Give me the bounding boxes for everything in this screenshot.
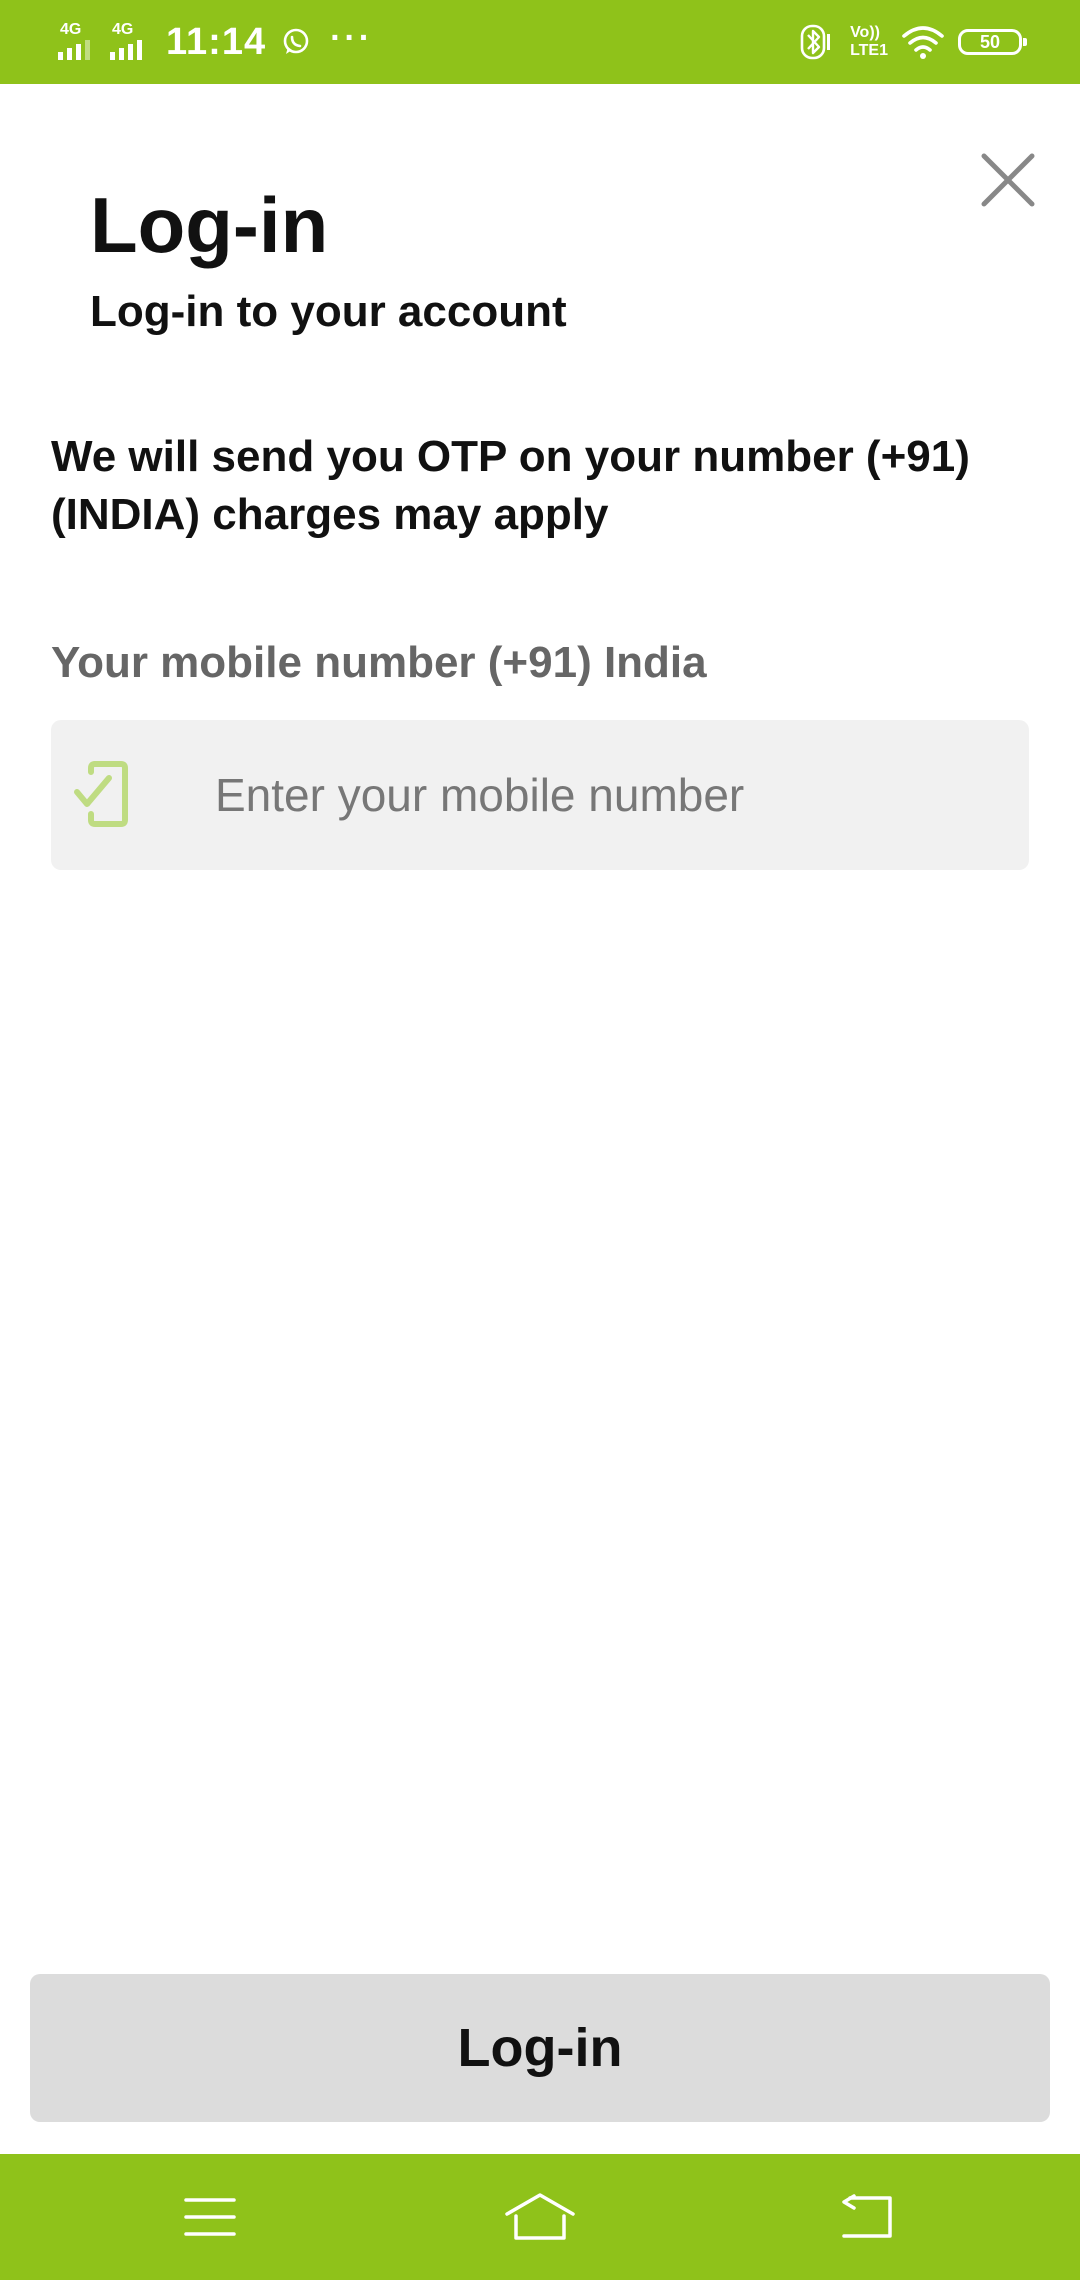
wifi-icon [902,26,944,59]
page-subtitle: Log-in to your account [90,287,567,336]
nav-back-button[interactable] [808,2154,928,2280]
more-notifications-indicator: ··· [330,19,374,57]
status-time: 11:14 [166,20,267,63]
menu-icon [184,2198,236,2236]
status-bar: 4G 4G 11:14 ··· Vo)) LTE1 50 [0,0,1080,84]
battery-level: 50 [979,31,1001,52]
sim2-network-type: 4G [112,21,134,38]
phone-check-icon [74,761,128,827]
nav-menu-button[interactable] [150,2154,270,2280]
status-left-group: 4G 4G 11:14 ··· [58,0,373,84]
sim1-signal-icon: 4G [58,20,100,64]
sim1-network-type: 4G [60,21,82,38]
mobile-number-field[interactable] [51,720,1029,870]
close-button[interactable] [968,140,1048,220]
back-icon [842,2194,892,2238]
login-button[interactable]: Log-in [30,1974,1050,2122]
close-icon [981,153,1035,207]
sim2-signal-icon: 4G [110,20,152,64]
navigation-bar [0,2154,1080,2280]
bluetooth-icon [800,24,831,60]
home-icon [505,2193,575,2240]
whatsapp-icon [283,28,309,54]
otp-info-text: We will send you OTP on your number (+91… [51,432,970,539]
volte-indicator: Vo)) LTE1 [850,24,888,59]
page-title: Log-in [90,181,329,269]
status-right-group: Vo)) LTE1 50 [796,0,1027,84]
mobile-number-input[interactable] [215,720,1005,870]
mobile-number-label: Your mobile number (+91) India [51,638,707,687]
nav-home-button[interactable] [480,2154,600,2280]
battery-icon: 50 [958,29,1027,55]
